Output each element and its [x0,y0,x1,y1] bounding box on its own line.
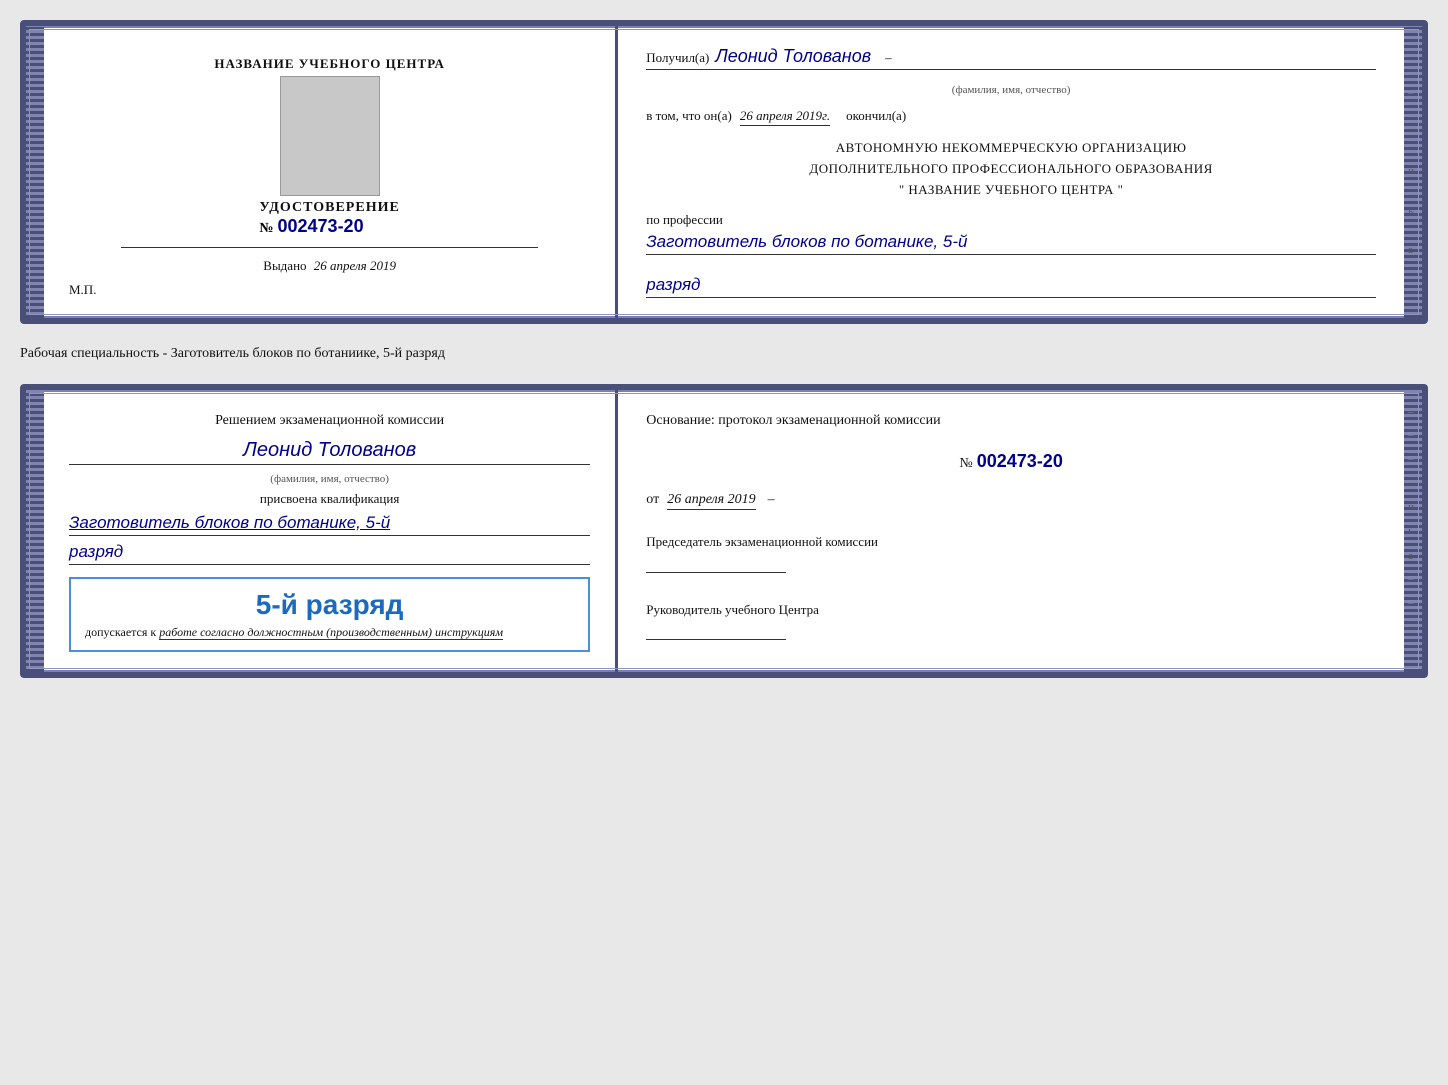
profession-value-bottom: Заготовитель блоков по ботанике, 5-й [69,513,590,536]
completed-date: 26 апреля 2019г. [740,108,830,126]
director-signature-line [646,639,786,640]
photo-placeholder [280,76,380,196]
org-line2: ДОПОЛНИТЕЛЬНОГО ПРОФЕССИОНАЛЬНОГО ОБРАЗО… [646,159,1376,180]
left-decoration [26,26,44,318]
completed-part-label: в том, что он(а) [646,108,732,124]
decision-text: Решением экзаменационной комиссии [69,410,590,432]
org-block: АВТОНОМНУЮ НЕКОММЕРЧЕСКУЮ ОРГАНИЗАЦИЮ ДО… [646,138,1376,200]
top-card-right: Получил(а) Леонид Толованов – (фамилия, … [618,26,1404,318]
director-label: Руководитель учебного Центра [646,600,1376,620]
issued-date: 26 апреля 2019 [314,258,396,273]
separator-label: Рабочая специальность - Заготовитель бло… [20,342,1428,366]
top-card-left: НАЗВАНИЕ УЧЕБНОГО ЦЕНТРА УДОСТОВЕРЕНИЕ №… [44,26,618,318]
right-deco-top: – – – и ь а – [1408,26,1414,318]
protocol-number: 002473-20 [977,451,1063,472]
mp-label: М.П. [69,282,96,298]
school-name-top: НАЗВАНИЕ УЧЕБНОГО ЦЕНТРА [214,56,445,72]
chairman-section: Председатель экзаменационной комиссии [646,532,1376,578]
profession-section-top: по профессии Заготовитель блоков по бота… [646,212,1376,255]
cert-title: УДОСТОВЕРЕНИЕ [259,200,399,216]
date-from-label: от [646,492,659,508]
protocol-number-block: № 002473-20 [646,443,1376,480]
cert-title-block: УДОСТОВЕРЕНИЕ № 002473-20 [259,200,399,237]
org-line1: АВТОНОМНУЮ НЕКОММЕРЧЕСКУЮ ОРГАНИЗАЦИЮ [646,138,1376,159]
recipient-name-top: Леонид Толованов [715,46,871,67]
bottom-card-left: Решением экзаменационной комиссии Леонид… [44,390,618,671]
bottom-card-right: Основание: протокол экзаменационной коми… [618,390,1404,671]
bottom-certificate-card: Решением экзаменационной комиссии Леонид… [20,384,1428,677]
profession-value-top: Заготовитель блоков по ботанике, 5-й [646,232,1376,255]
profession-label-top: по профессии [646,212,1376,228]
cert-number-prefix: № [259,221,273,237]
received-block: Получил(а) Леонид Толованов – [646,46,1376,70]
rank-value-top: разряд [646,275,1376,298]
basis-label: Основание: протокол экзаменационной коми… [646,410,1376,431]
dash-symbol: – [885,50,892,66]
cert-number-top: 002473-20 [278,216,364,237]
director-section: Руководитель учебного Центра [646,600,1376,646]
fio-label-bottom: (фамилия, имя, отчество) [69,473,590,485]
stamp-instruction: работе согласно должностным (производств… [159,625,503,640]
stamp-box: 5-й разряд допускается к работе согласно… [69,577,590,652]
issued-label: Выдано [263,258,306,273]
issued-line: Выдано 26 апреля 2019 [263,258,396,274]
chairman-signature-line [646,572,786,573]
left-decoration-bottom [26,390,44,671]
fio-label-top: (фамилия, имя, отчество) [646,84,1376,96]
stamp-allowed: допускается к работе согласно должностны… [85,625,574,640]
protocol-date-val: 26 апреля 2019 [667,492,755,510]
chairman-label: Председатель экзаменационной комиссии [646,532,1376,552]
protocol-date-block: от 26 апреля 2019 – [646,492,1376,510]
rank-value-bottom: разряд [69,542,590,565]
qualification-label: присвоена квалификация [69,491,590,507]
org-line3: " НАЗВАНИЕ УЧЕБНОГО ЦЕНТРА " [646,180,1376,201]
stamp-rank-large: 5-й разряд [85,589,574,621]
completed-line: в том, что он(а) 26 апреля 2019г. окончи… [646,108,1376,126]
protocol-prefix: № [959,456,972,472]
completed-label: окончил(а) [846,108,906,124]
received-label: Получил(а) [646,50,709,66]
person-name-bottom: Леонид Толованов [69,439,590,465]
top-certificate-card: НАЗВАНИЕ УЧЕБНОГО ЦЕНТРА УДОСТОВЕРЕНИЕ №… [20,20,1428,324]
page-wrapper: НАЗВАНИЕ УЧЕБНОГО ЦЕНТРА УДОСТОВЕРЕНИЕ №… [20,20,1428,678]
right-deco-bottom: – – – – и ь а – – – – [1408,390,1414,671]
